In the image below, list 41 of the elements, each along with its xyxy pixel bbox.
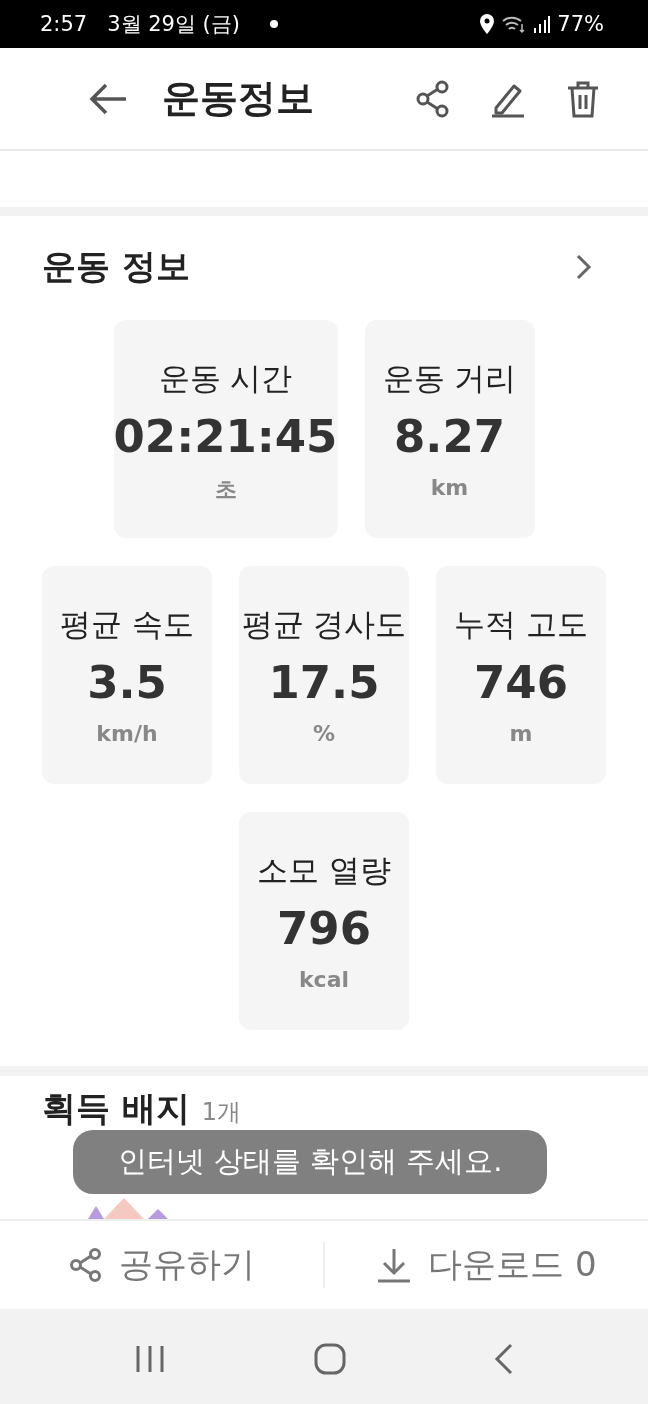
toast-message: 인터넷 상태를 확인해 주세요. xyxy=(73,1130,547,1194)
stat-value: 02:21:45 xyxy=(113,410,338,463)
stat-label: 운동 거리 xyxy=(382,359,517,398)
home-button[interactable] xyxy=(314,1342,346,1375)
stat-unit: % xyxy=(312,721,335,746)
stat-label: 누적 고도 xyxy=(454,605,588,644)
share-icon xyxy=(68,1247,103,1283)
stat-value: 3.5 xyxy=(87,656,167,709)
signal-icon xyxy=(533,14,552,34)
stat-unit: 초 xyxy=(214,476,237,504)
stat-unit: kcal xyxy=(298,967,350,992)
delete-button[interactable] xyxy=(566,79,600,118)
section-title: 획득 배지 xyxy=(42,1087,190,1130)
status-date: 3월 29일 (금) xyxy=(107,11,240,38)
notification-dot-icon xyxy=(270,20,278,28)
stat-value: 17.5 xyxy=(268,656,380,709)
status-time: 2:57 xyxy=(40,12,88,36)
recent-apps-button[interactable] xyxy=(134,1344,166,1373)
battery-level: 77% xyxy=(557,12,604,36)
stat-unit: km/h xyxy=(96,721,158,746)
stat-label: 소모 열량 xyxy=(257,851,391,890)
share-button[interactable] xyxy=(416,79,450,118)
stat-label: 평균 속도 xyxy=(60,605,194,644)
section-title: 운동 정보 xyxy=(42,245,191,288)
stat-label: 운동 시간 xyxy=(158,359,293,398)
stat-unit: m xyxy=(509,721,533,746)
stat-label: 평균 경사도 xyxy=(241,605,407,644)
wifi-icon xyxy=(501,14,528,34)
stat-unit: km xyxy=(430,475,469,500)
back-button[interactable] xyxy=(88,82,128,115)
stat-value: 796 xyxy=(277,902,371,955)
back-button[interactable] xyxy=(494,1342,514,1375)
stat-value: 8.27 xyxy=(394,410,505,463)
download-button[interactable]: 다운로드 0 xyxy=(325,1221,648,1309)
badge-count: 1개 xyxy=(201,1097,242,1128)
location-icon xyxy=(479,14,496,34)
share-button[interactable]: 공유하기 xyxy=(0,1221,323,1309)
stat-value: 746 xyxy=(474,656,568,709)
download-icon xyxy=(376,1247,413,1283)
chevron-right-icon[interactable] xyxy=(576,254,592,280)
page-title: 운동정보 xyxy=(162,75,315,122)
